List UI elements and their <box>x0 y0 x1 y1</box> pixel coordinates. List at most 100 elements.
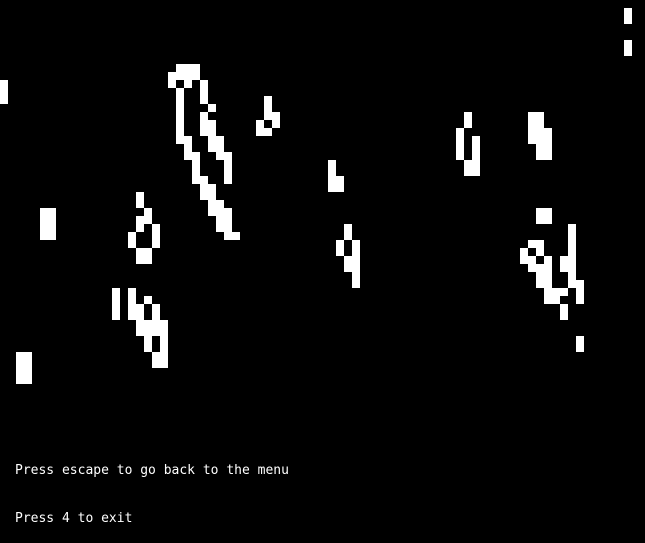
live-cell <box>144 328 152 336</box>
live-cell <box>536 136 544 144</box>
live-cell <box>136 224 144 232</box>
live-cell <box>224 160 232 168</box>
live-cell <box>552 296 560 304</box>
live-cell <box>576 344 584 352</box>
live-cell <box>536 144 544 152</box>
live-cell <box>136 320 144 328</box>
live-cell <box>544 136 552 144</box>
live-cell <box>544 216 552 224</box>
live-cell <box>528 264 536 272</box>
live-cell <box>552 288 560 296</box>
live-cell <box>344 256 352 264</box>
live-cell <box>144 344 152 352</box>
live-cell <box>328 168 336 176</box>
live-cell <box>352 256 360 264</box>
live-cell <box>528 120 536 128</box>
live-cell <box>536 120 544 128</box>
live-cell <box>216 224 224 232</box>
live-cell <box>16 360 24 368</box>
live-cell <box>224 176 232 184</box>
live-cell <box>160 328 168 336</box>
live-cell <box>200 96 208 104</box>
live-cell <box>224 232 232 240</box>
live-cell <box>48 224 56 232</box>
exit-instruction: Press 4 to exit <box>15 511 133 526</box>
live-cell <box>176 128 184 136</box>
live-cell <box>544 272 552 280</box>
live-cell <box>472 168 480 176</box>
live-cell <box>536 280 544 288</box>
live-cell <box>40 232 48 240</box>
live-cell <box>208 128 216 136</box>
live-cell <box>128 240 136 248</box>
live-cell <box>560 264 568 272</box>
live-cell <box>144 336 152 344</box>
live-cell <box>136 192 144 200</box>
live-cell <box>544 288 552 296</box>
live-cell <box>184 144 192 152</box>
live-cell <box>0 88 8 96</box>
live-cell <box>224 224 232 232</box>
live-cell <box>336 184 344 192</box>
live-cell <box>352 272 360 280</box>
live-cell <box>112 312 120 320</box>
live-cell <box>176 120 184 128</box>
live-cell <box>256 120 264 128</box>
live-cell <box>536 112 544 120</box>
live-cell <box>528 240 536 248</box>
live-cell <box>176 136 184 144</box>
live-cell <box>192 160 200 168</box>
live-cell <box>576 336 584 344</box>
live-cell <box>568 248 576 256</box>
live-cell <box>216 152 224 160</box>
live-cell <box>192 72 200 80</box>
live-cell <box>568 240 576 248</box>
live-cell <box>352 280 360 288</box>
live-cell <box>568 264 576 272</box>
live-cell <box>40 208 48 216</box>
live-cell <box>176 104 184 112</box>
live-cell <box>336 176 344 184</box>
live-cell <box>152 304 160 312</box>
live-cell <box>344 232 352 240</box>
live-cell <box>136 312 144 320</box>
live-cell <box>560 312 568 320</box>
live-cell <box>152 232 160 240</box>
live-cell <box>200 192 208 200</box>
live-cell <box>520 256 528 264</box>
live-cell <box>544 144 552 152</box>
live-cell <box>136 200 144 208</box>
live-cell <box>464 160 472 168</box>
live-cell <box>184 64 192 72</box>
live-cell <box>144 208 152 216</box>
live-cell <box>40 224 48 232</box>
live-cell <box>160 344 168 352</box>
live-cell <box>544 256 552 264</box>
live-cell <box>184 152 192 160</box>
live-cell <box>200 112 208 120</box>
live-cell <box>136 304 144 312</box>
live-cell <box>144 296 152 304</box>
live-cell <box>216 208 224 216</box>
live-cell <box>624 48 632 56</box>
live-cell <box>528 256 536 264</box>
live-cell <box>264 96 272 104</box>
live-cell <box>208 200 216 208</box>
live-cell <box>0 80 8 88</box>
live-cell <box>624 8 632 16</box>
live-cell <box>336 240 344 248</box>
live-cell <box>272 120 280 128</box>
live-cell <box>472 144 480 152</box>
live-cell <box>536 128 544 136</box>
live-cell <box>200 176 208 184</box>
live-cell <box>352 264 360 272</box>
live-cell <box>536 216 544 224</box>
live-cell <box>24 360 32 368</box>
live-cell <box>136 256 144 264</box>
live-cell <box>200 184 208 192</box>
live-cell <box>128 304 136 312</box>
live-cell <box>328 176 336 184</box>
live-cell <box>344 224 352 232</box>
live-cell <box>184 72 192 80</box>
live-cell <box>48 232 56 240</box>
